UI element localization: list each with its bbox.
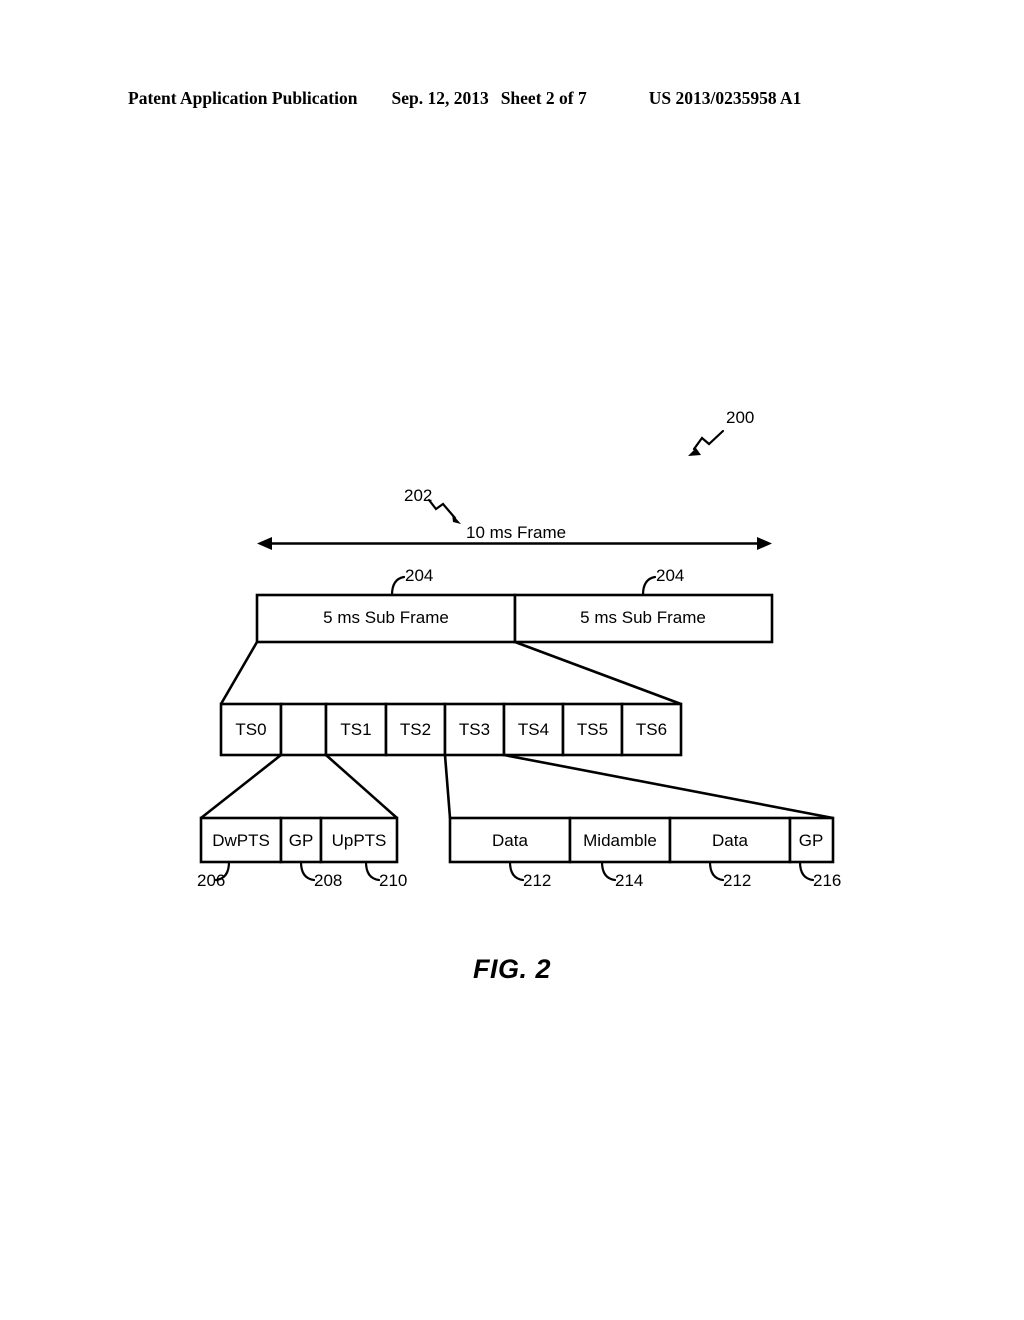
timeslot-cell-special (279, 702, 328, 757)
subframe-label-1: 5 ms Sub Frame (323, 608, 449, 627)
field-label-gp: GP (289, 831, 314, 850)
subframe-reference-204-leader-left (390, 575, 406, 597)
connector-subframe-to-timeslots (219, 640, 682, 706)
diagram-reference-200: 200 (726, 408, 754, 427)
subframe-reference-204-right: 204 (656, 566, 684, 585)
timeslot-label-4: TS4 (518, 720, 549, 739)
field-reference-214: 214 (615, 871, 643, 890)
field-reference-212a-leader (508, 860, 525, 882)
timeslot-label-2: TS2 (400, 720, 431, 739)
field-label-data-2: Data (712, 831, 748, 850)
frame-duration-label: 10 ms Frame (466, 523, 566, 542)
diagram-reference-200-leader (688, 429, 725, 456)
field-label-data-1: Data (492, 831, 528, 850)
field-reference-214-leader (600, 860, 617, 882)
timeslot-label-0: TS0 (235, 720, 266, 739)
connector-timeslot-to-burst-fields (443, 753, 834, 820)
subframe-reference-204-leader-right (641, 575, 657, 597)
field-reference-210-leader (364, 860, 381, 882)
field-label-midamble: Midamble (583, 831, 657, 850)
connector-special-slot-to-fields (200, 753, 398, 820)
subframe-reference-204-left: 204 (405, 566, 433, 585)
field-reference-212a: 212 (523, 871, 551, 890)
figure-2-diagram: 200 202 10 ms Frame 204 204 5 ms Sub Fra… (0, 0, 1024, 1320)
figure-caption: FIG. 2 (473, 954, 551, 984)
subframe-label-2: 5 ms Sub Frame (580, 608, 706, 627)
field-reference-216-leader (798, 860, 815, 882)
timeslot-row (219, 702, 683, 757)
field-label-gp-tail: GP (799, 831, 824, 850)
field-reference-212b: 212 (723, 871, 751, 890)
field-label-dwpts: DwPTS (212, 831, 270, 850)
field-reference-212b-leader (708, 860, 725, 882)
frame-reference-202: 202 (404, 486, 432, 505)
timeslot-label-6: TS6 (636, 720, 667, 739)
field-reference-206: 206 (197, 871, 225, 890)
timeslot-label-3: TS3 (459, 720, 490, 739)
field-label-uppts: UpPTS (332, 831, 387, 850)
field-reference-216: 216 (813, 871, 841, 890)
timeslot-label-1: TS1 (340, 720, 371, 739)
field-reference-210: 210 (379, 871, 407, 890)
field-reference-208-leader (299, 860, 316, 882)
field-reference-208: 208 (314, 871, 342, 890)
frame-reference-202-leader (427, 498, 461, 524)
timeslot-label-5: TS5 (577, 720, 608, 739)
